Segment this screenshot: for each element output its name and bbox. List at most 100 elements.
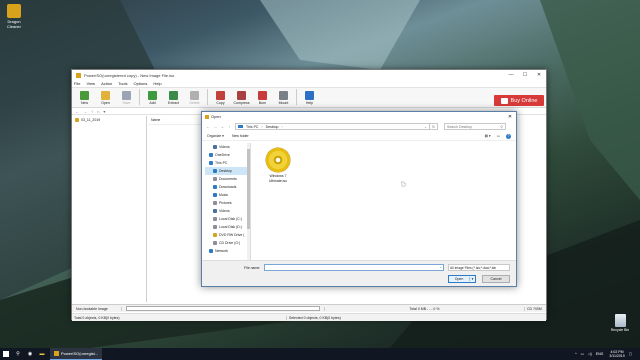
clock-date: 3/11/2019 <box>609 354 625 358</box>
downloads-icon <box>213 185 217 189</box>
breadcrumb-root[interactable]: This PC <box>246 125 258 129</box>
toolbar-delete-button[interactable]: Delete <box>184 91 205 107</box>
notifications-icon[interactable]: ▢ <box>629 352 632 356</box>
mount-icon <box>279 91 288 100</box>
search-icon: ⚲ <box>500 124 503 129</box>
menu-tools[interactable]: Tools <box>118 81 127 86</box>
media-size-select[interactable]: CD 700M <box>524 306 546 311</box>
refresh-button[interactable]: ↻ <box>430 123 438 130</box>
poweriso-app-icon <box>76 72 81 78</box>
toolbar-add-button[interactable]: Add <box>142 91 163 107</box>
tree-root[interactable]: 03_11_2019 <box>72 116 146 124</box>
nav-item-videos[interactable]: Videos <box>205 143 250 151</box>
dialog-forward-button[interactable]: → <box>212 125 219 129</box>
chevron-down-icon[interactable]: ⌄ <box>424 125 429 129</box>
back-button[interactable]: ← <box>75 109 79 114</box>
dialog-close-button[interactable]: ✕ <box>504 114 516 120</box>
nav-item-documents[interactable]: Documents <box>205 175 250 183</box>
menu-view[interactable]: View <box>86 81 95 86</box>
buy-online-button[interactable]: Buy Online <box>494 95 544 106</box>
scroll-thumb[interactable] <box>247 149 250 229</box>
toolbar-new-button[interactable]: New <box>74 91 95 107</box>
address-bar[interactable]: This PC › Desktop › ⌄ <box>235 123 430 130</box>
nav-item-music[interactable]: Music <box>205 191 250 199</box>
open-button[interactable]: Open ▾ <box>448 275 476 283</box>
app-titlebar[interactable]: PowerISO(unregistered copy) - New Image … <box>72 70 546 80</box>
toolbar-save-button[interactable]: Save <box>116 91 137 107</box>
close-button[interactable]: ✕ <box>532 72 546 78</box>
home-button[interactable]: ⌂ <box>97 109 99 114</box>
view-dropdown[interactable]: ▾ <box>103 109 105 114</box>
file-explorer-icon[interactable]: ▬ <box>36 348 48 360</box>
desktop-icon-dragon-cleaner[interactable]: Dragon Cleaner <box>1 4 27 29</box>
nav-item-network[interactable]: Network <box>205 247 250 255</box>
toolbar-burn-button[interactable]: Burn <box>252 91 273 107</box>
nav-item-label: Local Disk (C:) <box>219 217 242 221</box>
toolbar-button-label: Save <box>122 101 131 105</box>
menu-options[interactable]: Options <box>134 81 148 86</box>
chevron-down-icon[interactable]: ⌄ <box>439 265 442 269</box>
onedrive-icon <box>209 153 213 157</box>
breadcrumb-current[interactable]: Desktop <box>266 125 279 129</box>
file-name-label: File name: <box>244 266 261 270</box>
nav-item-this-pc[interactable]: This PC <box>205 159 250 167</box>
dialog-back-button[interactable]: ← <box>205 125 212 129</box>
forward-button[interactable]: → <box>83 109 87 114</box>
nav-item-downloads[interactable]: Downloads <box>205 183 250 191</box>
nav-item-desktop[interactable]: Desktop <box>205 167 250 175</box>
cd-drive-icon <box>213 241 217 245</box>
maximize-button[interactable]: ☐ <box>518 72 532 78</box>
documents-icon <box>213 177 217 181</box>
dialog-titlebar[interactable]: Open ✕ <box>202 112 516 121</box>
open-dialog: Open ✕ ← → ⌄ ↑ This PC › Desktop › ⌄ ↻ S… <box>201 111 517 287</box>
nav-item-local-disk-c[interactable]: Local Disk (C:) <box>205 215 250 223</box>
chrome-icon[interactable]: ◉ <box>24 348 36 360</box>
file-name-field[interactable]: ⌄ <box>264 264 444 271</box>
toolbar-open-button[interactable]: Open <box>95 91 116 107</box>
dialog-up-button[interactable]: ↑ <box>226 125 233 129</box>
view-options-icon[interactable]: ▤ ▾ <box>485 134 491 139</box>
start-button[interactable] <box>0 348 12 360</box>
help-icon[interactable]: ? <box>506 133 511 139</box>
preview-pane-icon[interactable]: ▭ <box>497 134 500 139</box>
language-indicator[interactable]: ENG <box>596 352 604 356</box>
nav-item-onedrive[interactable]: OneDrive <box>205 151 250 159</box>
menu-help[interactable]: Help <box>153 81 161 86</box>
cancel-button[interactable]: Cancel <box>482 275 510 283</box>
windows-logo-icon <box>3 351 9 357</box>
tray-chevron-icon[interactable]: ^ <box>575 352 577 356</box>
taskbar-app-poweriso[interactable]: PowerISO(unregist... <box>50 348 103 360</box>
menu-action[interactable]: Action <box>101 81 112 86</box>
file-item-windows7-iso[interactable]: Windows 7 Ultimate.iso <box>262 148 294 183</box>
volume-icon[interactable]: ◁) <box>588 352 592 356</box>
open-button-label: Open <box>454 277 464 281</box>
toolbar-copy-button[interactable]: Copy <box>210 91 231 107</box>
minimize-button[interactable]: — <box>504 72 518 78</box>
nav-item-videos[interactable]: Videos <box>205 207 250 215</box>
nav-item-cd-drive-g[interactable]: CD Drive (G:) <box>205 239 250 247</box>
toolbar-extract-button[interactable]: Extract <box>163 91 184 107</box>
toolbar-compress-button[interactable]: Compress <box>231 91 252 107</box>
toolbar-help-button[interactable]: Help <box>299 91 320 107</box>
nav-item-local-disk-d[interactable]: Local Disk (D:) <box>205 223 250 231</box>
up-button[interactable]: ↑ <box>91 109 93 114</box>
nav-item-dvd-rw-drive[interactable]: DVD RW Drive ( <box>205 231 250 239</box>
cart-icon <box>500 97 508 104</box>
disk-icon <box>213 217 217 221</box>
new-folder-button[interactable]: New folder <box>232 134 249 138</box>
chevron-down-icon[interactable]: ▾ <box>469 277 475 281</box>
menu-file[interactable]: File <box>74 81 80 86</box>
desktop-icon-recycle-bin[interactable]: Recycle Bin <box>606 314 634 332</box>
clock[interactable]: 4:02 PM 3/11/2019 <box>609 350 624 358</box>
image-type-status: Non-bootable Image <box>72 306 122 311</box>
toolbar-mount-button[interactable]: Mount <box>273 91 294 107</box>
organize-button[interactable]: Organize ▾ <box>207 134 224 138</box>
dialog-recent-button[interactable]: ⌄ <box>219 125 226 129</box>
file-type-select[interactable]: All Image Files (*.iso;*.daa;*.bin <box>448 264 510 271</box>
this-pc-icon <box>209 161 213 165</box>
search-input[interactable]: Search Desktop ⚲ <box>444 123 506 130</box>
nav-scrollbar[interactable] <box>247 143 250 261</box>
network-icon[interactable]: ▭ <box>581 352 584 356</box>
nav-item-pictures[interactable]: Pictures <box>205 199 250 207</box>
search-icon[interactable]: ⚲ <box>12 348 24 360</box>
